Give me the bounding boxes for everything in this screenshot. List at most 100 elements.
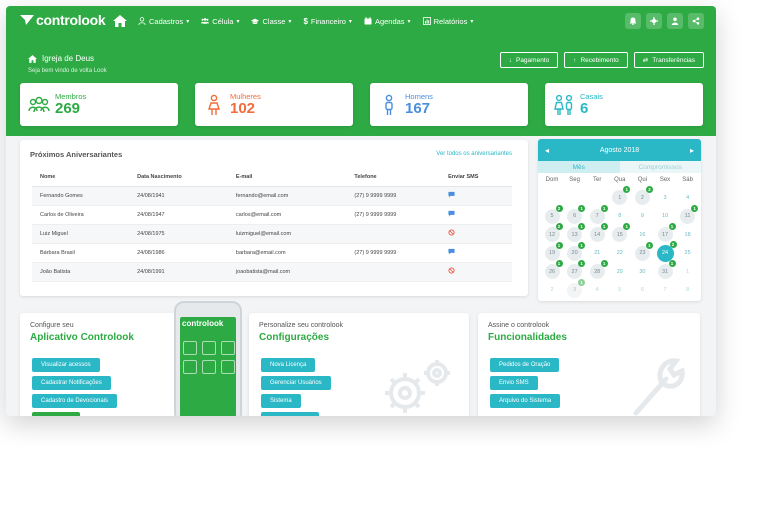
new-license-button[interactable]: Nova Licença [261,358,316,372]
tab-month[interactable]: Mês [538,161,620,173]
calendar-day[interactable]: 61 [567,204,586,224]
calendar-day[interactable]: 27 1 [567,260,586,279]
menu-celula[interactable]: Célula ▾ [201,17,239,26]
system-button[interactable]: Sistema [261,394,301,408]
calendar-day[interactable]: 28 1 [589,260,608,279]
calendar-day[interactable]: 13 1 [567,223,586,242]
system-files-button[interactable]: Arquivo do Sistema [490,394,561,408]
calendar-day[interactable]: 1 [680,264,695,279]
stat-value: 269 [55,100,81,117]
chevron-right-icon[interactable]: ▸ [690,146,694,155]
event-count-badge: 1 [600,260,608,267]
chat-icon[interactable] [448,248,455,255]
calendar-day[interactable]: 21 [590,246,605,261]
event-count-badge: 1 [578,278,586,286]
calendar-day[interactable]: 24 2 [656,240,677,262]
dollar-icon: $ [303,16,308,26]
calendar-day[interactable]: 31 [567,278,586,298]
menu-classe[interactable]: Classe ▾ [251,17,291,26]
card-subtitle: Personalize seu controlook [259,322,344,329]
view-all-birthdays-link[interactable]: Ver todos os aniversariantes [436,151,512,157]
calendar-day[interactable]: 23 [634,186,653,205]
notifications-button[interactable] [625,13,641,29]
tab-appointments[interactable]: Compromissos [619,161,701,173]
nav-actions [625,13,704,29]
devotionals-button[interactable]: Cadastro de Devocionais [32,394,118,408]
transfer-button[interactable]: ⇄ Transferências [633,52,704,68]
calendar-day[interactable]: 23 1 [634,241,653,261]
menu-financeiro[interactable]: $ Financeiro ▾ [303,17,352,26]
menu-cadastros[interactable]: Cadastros ▾ [138,17,189,26]
calendar-day[interactable]: 20 1 [567,241,586,261]
calendar-day[interactable]: 5 [612,283,627,298]
settings-button[interactable] [646,13,662,29]
calendar-day[interactable]: 22 [612,246,627,261]
register-notifications-button[interactable]: Cadastrar Notificações [32,376,111,390]
arrow-up-icon: ↑ [573,56,577,64]
event-count-badge: 1 [578,241,586,249]
view-access-button[interactable]: Visualizar acessos [32,358,100,372]
table-row: Carlos de Oliveira 24/08/1947 carlos@ema… [32,205,512,225]
card-features: Assine o controlook Funcionalidades Pedi… [478,313,700,416]
calendar-day[interactable]: 3 [658,190,673,205]
menu-agendas[interactable]: Agendas ▾ [364,17,411,26]
calendar-day[interactable]: 71 [589,204,608,224]
calendar-day[interactable]: 25 [680,246,695,261]
calendar-day[interactable]: 14 1 [589,223,608,242]
share-button[interactable] [688,13,704,29]
calendar-day[interactable]: 29 [612,264,627,279]
event-count-badge: 1 [645,241,653,249]
receipt-button[interactable]: ↑ Recebimento [564,52,628,68]
calendar-day[interactable]: 11 1 [680,204,699,224]
calendar-day[interactable]: 6 [635,283,650,298]
calendar-day[interactable]: 7 [658,283,673,298]
home-icon[interactable] [113,15,127,27]
calendar-day[interactable]: 17 1 [657,223,676,242]
calendar-day[interactable]: 15 1 [612,223,631,242]
calendar-day[interactable]: 10 [658,209,673,224]
user-icon [671,17,679,25]
calendar-day[interactable]: 52 [544,204,563,224]
logo[interactable]: controlook [20,12,106,28]
profile-button[interactable] [667,13,683,29]
weekday-label: Seg [569,177,580,183]
calendar-day[interactable]: 30 [635,264,650,279]
calendar-day[interactable]: 8 [680,283,695,298]
cell-date: 24/08/1991 [129,262,228,282]
stat-couples[interactable]: Casais 6 [545,83,703,126]
calendar-day[interactable]: 18 [680,227,695,242]
table-header-row: Nome Data Nascimento E-mail Telefone Env… [32,169,512,187]
stat-men[interactable]: Homens 167 [370,83,528,126]
home-icon [28,54,37,63]
org-title: Igreja de Deus [28,54,94,63]
menu-relatorios[interactable]: Relatórios ▾ [422,17,473,26]
stat-women[interactable]: Mulheres 102 [195,83,353,126]
calendar-day[interactable]: 26 1 [544,260,563,279]
calendar-day[interactable]: 16 [635,227,650,242]
chevron-left-icon[interactable]: ◂ [545,146,549,155]
calendar-day[interactable]: 12 2 [544,223,563,242]
calendar-day[interactable]: 2 [545,283,560,298]
calendar-day[interactable]: 31 1 [657,260,676,279]
chat-icon[interactable] [448,191,455,198]
calendar-day[interactable]: 9 [635,209,650,224]
cell-phone [346,262,441,282]
payment-button[interactable]: ↓ Pagamento [499,52,559,68]
chat-icon[interactable] [448,210,455,217]
calendar-day[interactable]: 11 [612,186,631,205]
gear-icon [650,17,658,25]
stat-members[interactable]: Membros 269 [20,83,178,126]
card-app-extra-button[interactable] [32,412,80,416]
chevron-down-icon: ▾ [407,18,411,25]
calendar-icon [364,17,372,25]
transfer-icon: ⇄ [642,57,649,64]
prayer-requests-button[interactable]: Pedidos de Oração [490,358,560,372]
calendar-day[interactable]: 4 [680,190,695,205]
weekday-label: Sex [659,177,671,183]
card-config-extra-button[interactable] [261,412,319,416]
manage-users-button[interactable]: Gerenciar Usuários [261,376,331,390]
calendar-day[interactable]: 19 1 [544,241,563,261]
calendar-day[interactable]: 4 [590,283,605,298]
calendar-day[interactable]: 8 [612,209,627,224]
send-sms-button[interactable]: Envio SMS [490,376,538,390]
